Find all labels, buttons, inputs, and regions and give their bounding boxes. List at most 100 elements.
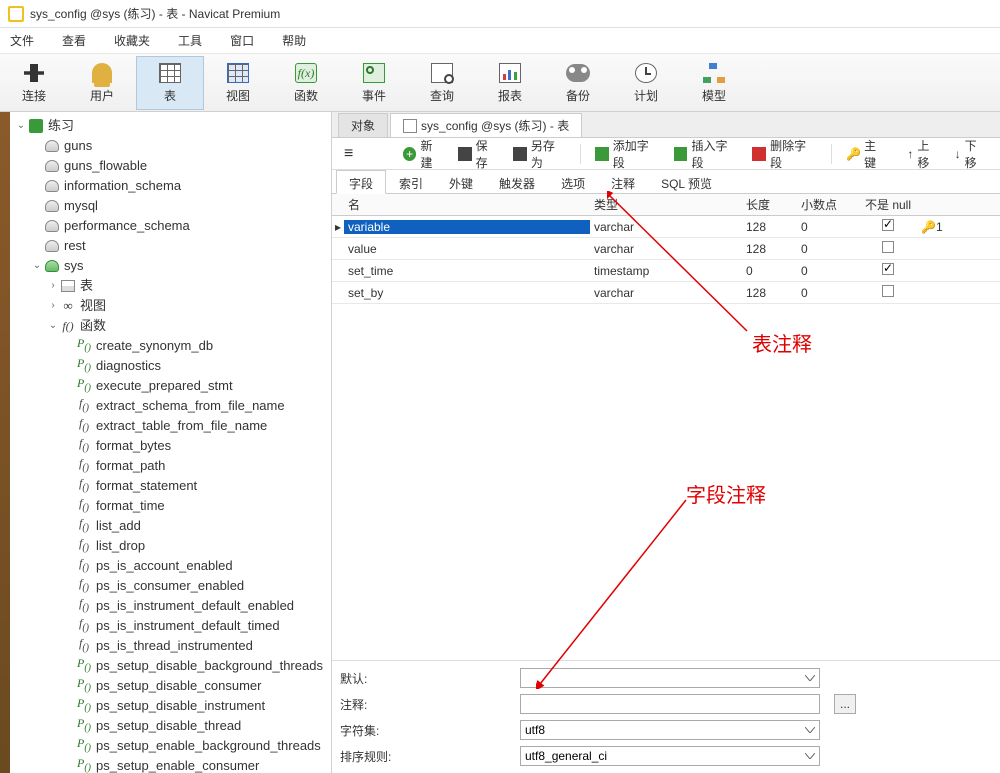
toolbar-用户[interactable]: 用户 — [68, 56, 136, 110]
menu-view[interactable]: 查看 — [62, 32, 86, 49]
grid-row[interactable]: set_timetimestamp00 — [332, 260, 1000, 282]
tree-node-sys[interactable]: ⌄sys — [10, 256, 331, 276]
collation-select[interactable]: utf8_general_ci — [520, 746, 820, 766]
tree-node-ps_is_thread_instrumented[interactable]: f()ps_is_thread_instrumented — [10, 636, 331, 656]
tree-node-函数[interactable]: ⌄f()函数 — [10, 316, 331, 336]
tree-node-表[interactable]: ›表 — [10, 276, 331, 296]
tree-node-练习[interactable]: ⌄练习 — [10, 116, 331, 136]
tree-node-information_schema[interactable]: information_schema — [10, 176, 331, 196]
tree-node-ps_setup_disable_background_threads[interactable]: P()ps_setup_disable_background_threads — [10, 656, 331, 676]
toolbar-表[interactable]: 表 — [136, 56, 204, 110]
tree-node-create_synonym_db[interactable]: P()create_synonym_db — [10, 336, 331, 356]
tree-node-视图[interactable]: ›∞视图 — [10, 296, 331, 316]
field-len-cell[interactable]: 128 — [742, 286, 797, 300]
tree-node-ps_setup_enable_background_threads[interactable]: P()ps_setup_enable_background_threads — [10, 736, 331, 756]
toolbar-报表[interactable]: 报表 — [476, 56, 544, 110]
tree-node-execute_prepared_stmt[interactable]: P()execute_prepared_stmt — [10, 376, 331, 396]
tab-objects[interactable]: 对象 — [338, 113, 388, 137]
field-name-cell[interactable]: set_time — [344, 264, 590, 278]
tab-sysconfig[interactable]: sys_config @sys (练习) - 表 — [390, 113, 582, 137]
toolbar-事件[interactable]: 事件 — [340, 56, 408, 110]
field-name-cell[interactable]: set_by — [344, 286, 590, 300]
tree-node-ps_setup_enable_consumer[interactable]: P()ps_setup_enable_consumer — [10, 756, 331, 773]
subtab-触发器[interactable]: 触发器 — [486, 170, 548, 193]
add-field-button[interactable]: 添加字段 — [591, 135, 664, 173]
tree-node-list_drop[interactable]: f()list_drop — [10, 536, 331, 556]
menu-window[interactable]: 窗口 — [230, 32, 254, 49]
expander-icon[interactable]: ⌄ — [14, 116, 28, 136]
subtab-选项[interactable]: 选项 — [548, 170, 598, 193]
charset-select[interactable]: utf8 — [520, 720, 820, 740]
menu-fav[interactable]: 收藏夹 — [114, 32, 150, 49]
tree-node-diagnostics[interactable]: P()diagnostics — [10, 356, 331, 376]
tree-node-extract_schema_from_file_name[interactable]: f()extract_schema_from_file_name — [10, 396, 331, 416]
tree-node-ps_setup_disable_consumer[interactable]: P()ps_setup_disable_consumer — [10, 676, 331, 696]
tree-node-extract_table_from_file_name[interactable]: f()extract_table_from_file_name — [10, 416, 331, 436]
grid-row[interactable]: set_byvarchar1280 — [332, 282, 1000, 304]
col-dec[interactable]: 小数点 — [797, 196, 859, 213]
col-type[interactable]: 类型 — [590, 196, 742, 213]
toolbar-查询[interactable]: 查询 — [408, 56, 476, 110]
field-dec-cell[interactable]: 0 — [797, 286, 859, 300]
tree-node-ps_is_account_enabled[interactable]: f()ps_is_account_enabled — [10, 556, 331, 576]
toolbar-视图[interactable]: 视图 — [204, 56, 272, 110]
tree-node-rest[interactable]: rest — [10, 236, 331, 256]
col-len[interactable]: 长度 — [742, 196, 797, 213]
tree-node-format_time[interactable]: f()format_time — [10, 496, 331, 516]
tree-node-guns_flowable[interactable]: guns_flowable — [10, 156, 331, 176]
field-dec-cell[interactable]: 0 — [797, 264, 859, 278]
expander-icon[interactable]: › — [46, 276, 60, 296]
tree-node-list_add[interactable]: f()list_add — [10, 516, 331, 536]
field-dec-cell[interactable]: 0 — [797, 220, 859, 234]
expander-icon[interactable]: ⌄ — [30, 256, 44, 276]
field-len-cell[interactable]: 0 — [742, 264, 797, 278]
subtab-注释[interactable]: 注释 — [598, 170, 648, 193]
delete-field-button[interactable]: 删除字段 — [748, 135, 821, 173]
field-notnull-cell[interactable] — [859, 219, 917, 234]
move-up-button[interactable]: ↑上移 — [903, 135, 944, 173]
col-null[interactable]: 不是 null — [859, 196, 917, 213]
subtab-外键[interactable]: 外键 — [436, 170, 486, 193]
tree-node-format_path[interactable]: f()format_path — [10, 456, 331, 476]
field-notnull-cell[interactable] — [859, 285, 917, 300]
field-notnull-cell[interactable] — [859, 241, 917, 256]
field-type-cell[interactable]: varchar — [590, 220, 742, 234]
subtab-索引[interactable]: 索引 — [386, 170, 436, 193]
field-len-cell[interactable]: 128 — [742, 220, 797, 234]
grid-row[interactable]: valuevarchar1280 — [332, 238, 1000, 260]
save-button[interactable]: 保存 — [454, 135, 503, 173]
menu-tools[interactable]: 工具 — [178, 32, 202, 49]
col-name[interactable]: 名 — [344, 196, 590, 213]
expander-icon[interactable]: ⌄ — [46, 316, 60, 336]
grid-row[interactable]: ▸variablevarchar1280🔑1 — [332, 216, 1000, 238]
checkbox-icon[interactable] — [882, 241, 894, 253]
menu-button[interactable]: ≡ — [340, 143, 357, 165]
tree-node-performance_schema[interactable]: performance_schema — [10, 216, 331, 236]
tree-node-ps_is_instrument_default_timed[interactable]: f()ps_is_instrument_default_timed — [10, 616, 331, 636]
toolbar-连接[interactable]: 连接 — [0, 56, 68, 110]
field-len-cell[interactable]: 128 — [742, 242, 797, 256]
default-select[interactable] — [520, 668, 820, 688]
field-notnull-cell[interactable] — [859, 263, 917, 278]
menu-file[interactable]: 文件 — [10, 32, 34, 49]
tree-node-ps_is_instrument_default_enabled[interactable]: f()ps_is_instrument_default_enabled — [10, 596, 331, 616]
checkbox-icon[interactable] — [882, 285, 894, 297]
expander-icon[interactable]: › — [46, 296, 60, 316]
toolbar-函数[interactable]: f(x)函数 — [272, 56, 340, 110]
field-type-cell[interactable]: timestamp — [590, 264, 742, 278]
tree-node-guns[interactable]: guns — [10, 136, 331, 156]
tree-node-format_statement[interactable]: f()format_statement — [10, 476, 331, 496]
insert-field-button[interactable]: 插入字段 — [670, 135, 743, 173]
field-name-cell[interactable]: value — [344, 242, 590, 256]
tree-node-ps_setup_disable_thread[interactable]: P()ps_setup_disable_thread — [10, 716, 331, 736]
subtab-SQL 预览[interactable]: SQL 预览 — [648, 170, 725, 193]
field-type-cell[interactable]: varchar — [590, 242, 742, 256]
field-dec-cell[interactable]: 0 — [797, 242, 859, 256]
tree-node-ps_is_consumer_enabled[interactable]: f()ps_is_consumer_enabled — [10, 576, 331, 596]
toolbar-备份[interactable]: 备份 — [544, 56, 612, 110]
subtab-字段[interactable]: 字段 — [336, 170, 386, 194]
checkbox-icon[interactable] — [882, 219, 894, 231]
comment-input[interactable] — [520, 694, 820, 714]
field-key-cell[interactable]: 🔑1 — [917, 220, 957, 234]
new-button[interactable]: +新建 — [399, 135, 448, 173]
